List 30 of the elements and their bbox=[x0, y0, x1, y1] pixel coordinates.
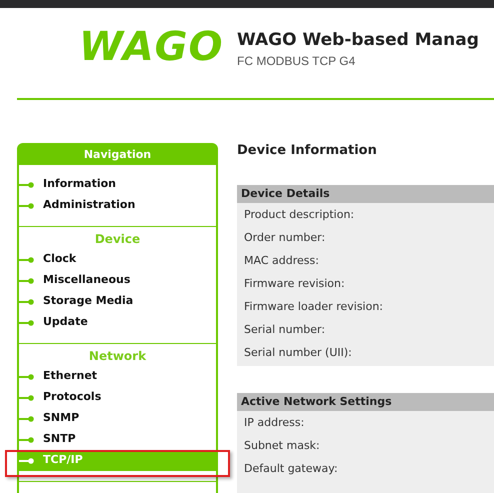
field-label: Firmware loader revision: bbox=[244, 299, 384, 316]
field-label: Firmware revision: bbox=[244, 276, 345, 292]
field-label: Serial number: bbox=[244, 322, 326, 338]
content-heading: Device Information bbox=[237, 143, 378, 159]
panel-header: Device Details bbox=[237, 185, 494, 203]
page-title: WAGO Web-based Manag bbox=[237, 29, 479, 52]
field-label: Subnet mask: bbox=[244, 438, 320, 454]
section-heading: Device bbox=[94, 230, 142, 248]
field-label: Order number: bbox=[244, 230, 326, 246]
bullet-icon bbox=[19, 458, 34, 464]
field-label: Serial number (UII): bbox=[244, 345, 352, 362]
nav-item[interactable]: Storage Media bbox=[19, 291, 216, 312]
navigation-title: Navigation bbox=[19, 145, 216, 165]
field-label: Product description: bbox=[244, 207, 354, 224]
field-label: MAC address: bbox=[244, 253, 319, 270]
nav-item[interactable]: Miscellaneous bbox=[19, 270, 216, 291]
field-label: IP address: bbox=[244, 415, 304, 432]
device-subtitle: FC MODBUS TCP G4 bbox=[237, 53, 356, 69]
nav-item[interactable]: Administration bbox=[19, 195, 216, 216]
nav-item[interactable]: Protocols bbox=[19, 387, 216, 408]
nav-item[interactable]: Ethernet bbox=[19, 366, 216, 387]
nav-item[interactable]: SNTP bbox=[19, 429, 216, 450]
logo: WAGO bbox=[79, 23, 219, 72]
nav-item[interactable]: Information bbox=[19, 174, 216, 195]
nav-item[interactable]: Clock bbox=[19, 249, 216, 270]
nav-item[interactable]: SNMP bbox=[19, 408, 216, 429]
field-label: Default gateway: bbox=[244, 461, 338, 478]
nav-item[interactable]: Update bbox=[19, 312, 216, 333]
section-heading: Network bbox=[88, 348, 148, 364]
panel-header: Active Network Settings bbox=[237, 393, 494, 411]
